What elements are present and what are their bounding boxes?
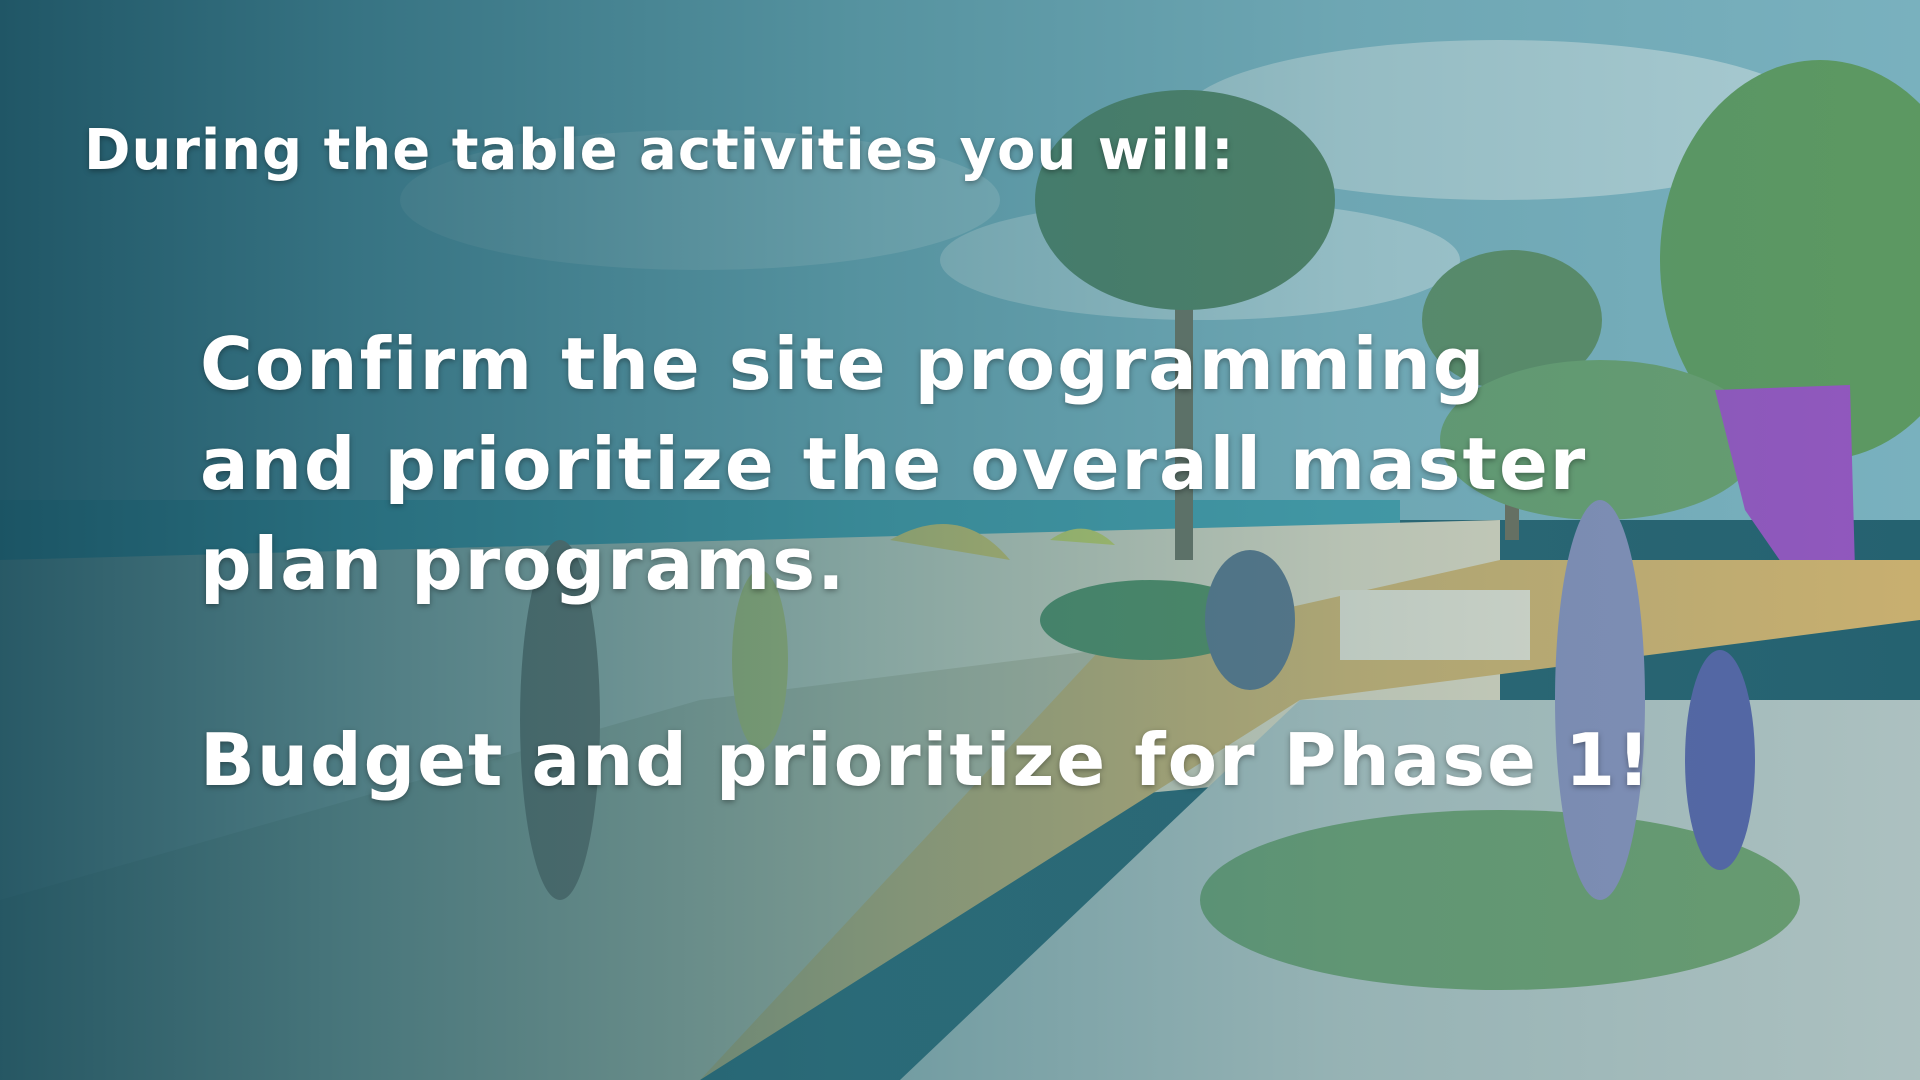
- activity-item-1: Confirm the site programming and priorit…: [200, 322, 1588, 606]
- activity-item-2: Budget and prioritize for Phase 1!: [200, 718, 1652, 802]
- slide: During the table activities you will: Co…: [0, 0, 1920, 1080]
- slide-heading: During the table activities you will:: [84, 118, 1235, 183]
